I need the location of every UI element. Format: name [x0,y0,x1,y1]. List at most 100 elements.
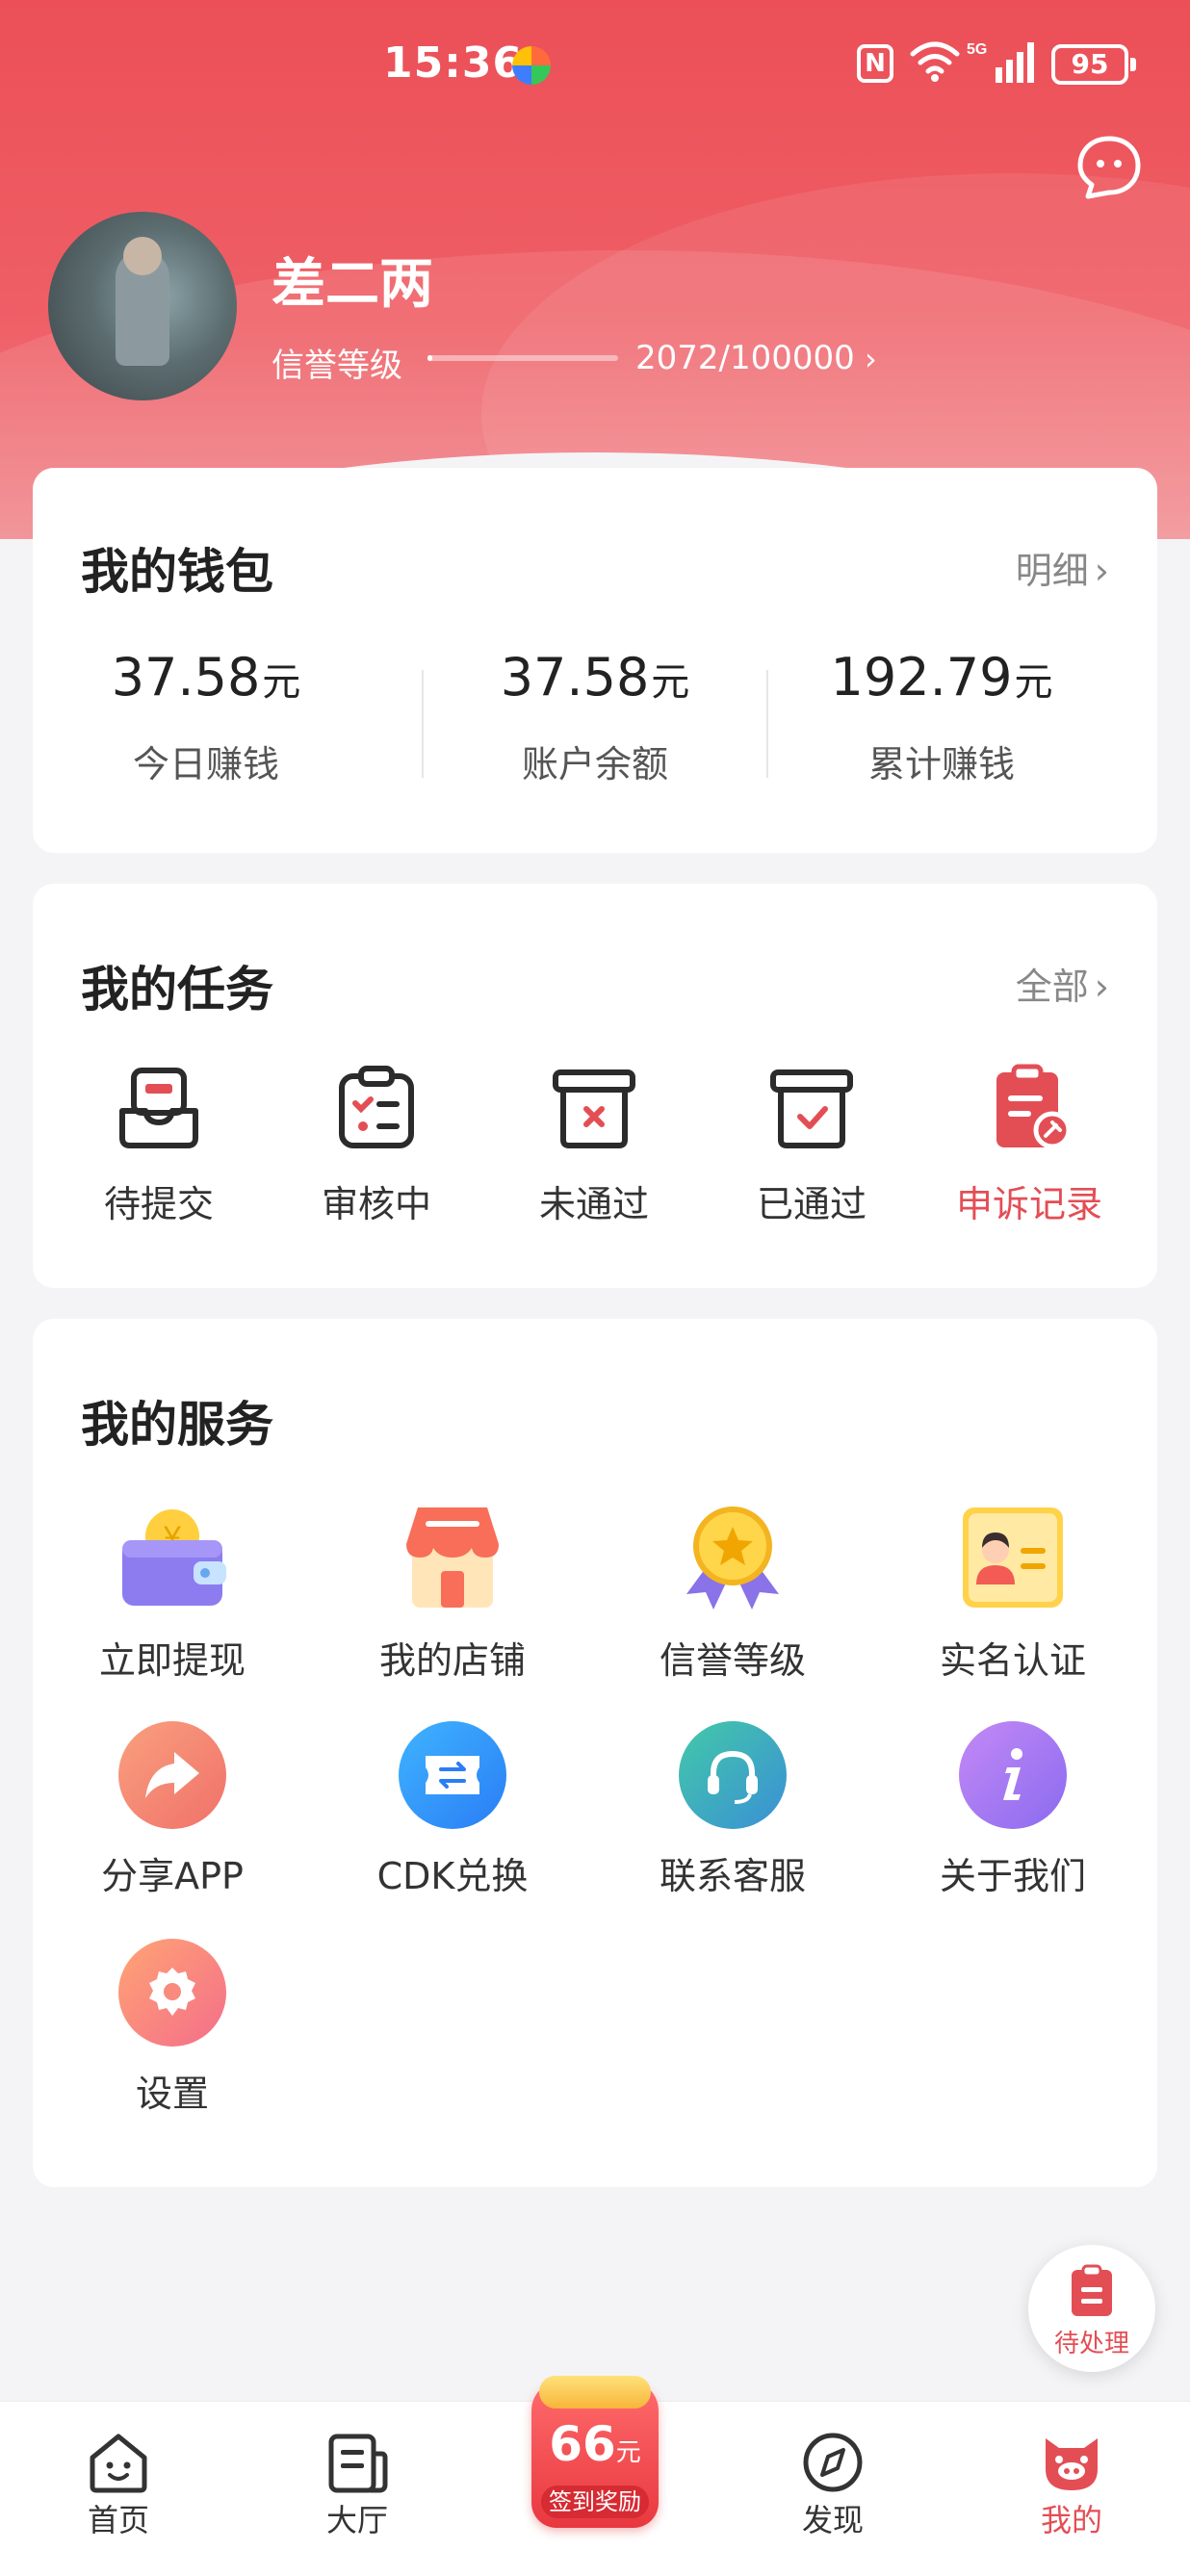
service-contact-support[interactable]: 联系客服 [612,1719,853,1899]
home-face-icon [90,2434,147,2493]
tasks-card: 我的任务 全部 › 待提交 审核中 未通过 已通过 申诉记录 [33,884,1157,1288]
wallet-item-today[interactable]: 37.58元 今日赚钱 [33,647,379,787]
service-label: 信誉等级 [659,1639,806,1682]
task-appeal-records[interactable]: 申诉记录 [928,1063,1130,1227]
signal-icon: 5G [967,41,1034,83]
service-label: 分享APP [101,1855,244,1897]
task-pending-submit[interactable]: 待提交 [58,1063,260,1227]
checkin-unit: 元 [615,2438,641,2467]
tab-label: 首页 [87,2502,149,2538]
wallet-unit: 元 [1014,660,1053,705]
username: 差二两 [272,253,433,316]
service-label: 联系客服 [659,1855,806,1897]
task-under-review[interactable]: 审核中 [275,1063,478,1227]
checkin-amount: 66元 [531,2416,659,2472]
services-title: 我的服务 [81,1397,273,1453]
inbox-icon [119,1068,198,1148]
service-cdk-exchange[interactable]: CDK兑换 [332,1719,573,1899]
tasks-title: 我的任务 [81,962,273,1018]
task-label: 审核中 [321,1183,431,1225]
tab-label: 发现 [801,2502,864,2538]
avatar[interactable] [48,212,237,400]
wallet-unit: 元 [262,660,301,705]
wallet-icon: ¥ [122,1509,226,1606]
wallet-label: 今日赚钱 [132,743,279,786]
pending-fab-button[interactable]: 待处理 [1028,2245,1155,2372]
wifi-icon [910,41,960,82]
tasks-all-label: 全部 [1015,966,1089,1008]
credit-label: 信誉等级 [272,347,402,385]
task-rejected[interactable]: 未通过 [493,1063,695,1227]
network-label: 5G [967,41,987,58]
chevron-right-icon: › [1094,966,1109,1008]
wallet-item-balance[interactable]: 37.58元 账户余额 [422,647,768,787]
wallet-unit: 元 [651,660,690,705]
store-icon [406,1507,499,1608]
status-bar: 15:36 N 5G 95 [0,0,1190,125]
id-card-icon [963,1507,1063,1608]
app-indicator-icon [512,46,551,85]
chevron-right-icon[interactable]: › [865,341,877,377]
compass-icon [803,2433,863,2492]
service-settings[interactable]: 设置 [52,1937,293,2117]
service-label: 实名认证 [939,1639,1086,1682]
clipboard-icon [1072,2264,1112,2316]
wallet-label: 累计赚钱 [867,743,1015,786]
wallet-title: 我的钱包 [81,544,273,600]
task-approved[interactable]: 已通过 [711,1063,913,1227]
service-label: CDK兑换 [376,1855,529,1897]
checkin-reward-button[interactable]: 66元 签到奖励 [531,2376,659,2528]
wallet-detail-label: 明细 [1015,550,1089,592]
service-real-name[interactable]: 实名认证 [892,1502,1133,1684]
task-label: 申诉记录 [955,1183,1102,1225]
service-label: 立即提现 [98,1639,246,1682]
service-about-us[interactable]: 关于我们 [892,1719,1133,1899]
appeal-record-icon [996,1064,1072,1149]
message-icon[interactable] [1076,135,1142,200]
service-my-store[interactable]: 我的店铺 [332,1502,573,1684]
fab-label: 待处理 [1053,2330,1129,2358]
wallet-card: 我的钱包 明细 › 37.58元 今日赚钱 37.58元 账户余额 192.79元… [33,468,1157,853]
checkin-label: 签到奖励 [541,2486,649,2518]
wallet-item-total[interactable]: 192.79元 累计赚钱 [768,647,1115,787]
tab-hall[interactable]: 大厅 [290,2431,425,2540]
service-label: 关于我们 [939,1855,1086,1897]
tab-home[interactable]: 首页 [51,2431,186,2540]
headset-icon [679,1721,787,1829]
task-label: 待提交 [103,1183,214,1225]
service-withdraw[interactable]: ¥ 立即提现 [52,1502,293,1684]
tasks-all-link[interactable]: 全部 › [1016,957,1109,1010]
box-check-icon [770,1069,853,1148]
status-time: 15:36 [383,39,524,88]
box-x-icon [553,1069,635,1148]
service-credit-level[interactable]: 信誉等级 [612,1502,853,1684]
services-card: 我的服务 ¥ 立即提现 我的店铺 信誉等级 实名认证 分享APP CDK兑换 联… [33,1319,1157,2187]
wallet-value: 37.58 [500,647,650,708]
tab-mine[interactable]: 我的 [1004,2431,1139,2540]
info-icon [959,1721,1067,1829]
nfc-icon: N [857,44,893,83]
credit-progress-bar [427,355,618,361]
credit-value[interactable]: 2072/100000 [635,339,855,377]
battery-icon: 95 [1051,44,1136,85]
service-label: 设置 [135,2073,209,2115]
task-label: 未通过 [538,1183,649,1225]
share-icon [118,1721,226,1829]
gear-icon [118,1939,226,2047]
checkin-value: 66 [549,2416,616,2472]
tab-discover[interactable]: 发现 [765,2431,900,2540]
hall-icon [328,2434,388,2493]
coins-icon [539,2376,651,2409]
task-label: 已通过 [756,1183,867,1225]
tab-label: 大厅 [325,2502,388,2538]
wallet-value: 37.58 [111,647,261,708]
exchange-icon [399,1721,506,1829]
tab-label: 我的 [1040,2502,1102,2538]
piggy-icon [1046,2438,1098,2490]
wallet-detail-link[interactable]: 明细 › [1016,541,1109,594]
service-share-app[interactable]: 分享APP [52,1719,293,1899]
clipboard-list-icon [339,1066,414,1148]
medal-icon [686,1507,779,1610]
wallet-value: 192.79 [830,647,1013,708]
chevron-right-icon: › [1094,550,1109,592]
